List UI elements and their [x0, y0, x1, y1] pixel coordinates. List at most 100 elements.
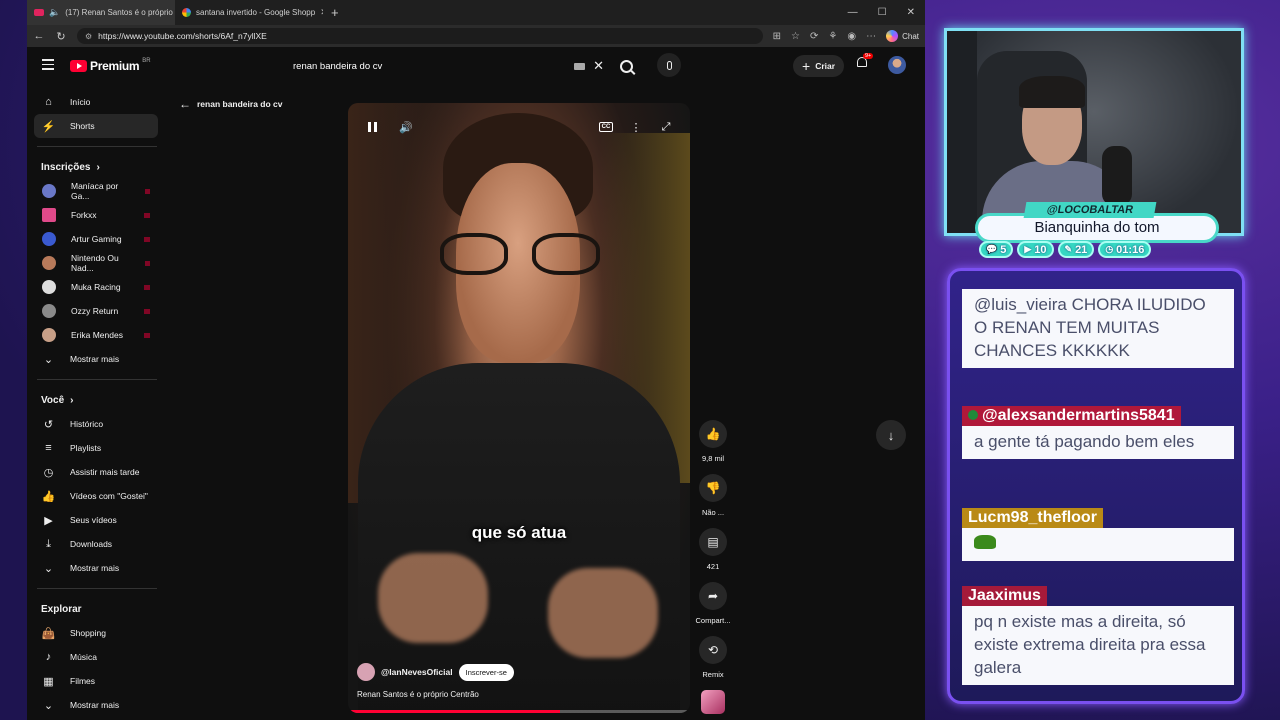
apps-icon[interactable]: ⊞	[773, 31, 781, 42]
reload-icon[interactable]: ↻	[55, 30, 67, 43]
sidebar-item-music[interactable]: ♪ Música	[34, 645, 158, 669]
speaker-icon[interactable]: 🔈	[49, 7, 60, 18]
address-bar: ← ↻ ⚙ https://www.youtube.com/shorts/6Af…	[27, 25, 925, 47]
sidebar: ⌂ Início ⚡ Shorts Inscrições › Maníaca p…	[27, 90, 167, 717]
notifications-button[interactable]: 9+	[855, 53, 874, 71]
remix-button[interactable]: ⟲	[699, 636, 727, 664]
search-box[interactable]: renan bandeira do cv ✕	[285, 53, 641, 79]
sidebar-item-channel[interactable]: Forkxx	[34, 203, 158, 227]
channel-name[interactable]: @IanNevesOficial	[381, 667, 453, 677]
divider	[37, 379, 157, 380]
divider	[37, 146, 157, 147]
channel-avatar	[42, 256, 56, 270]
sidebar-item-watch-later[interactable]: ◷ Assistir mais tarde	[34, 460, 158, 484]
tab-title: santana invertido - Google Shopp	[196, 8, 316, 17]
collections-icon[interactable]: ⚘	[828, 31, 837, 42]
tab-google-shopping[interactable]: santana invertido - Google Shopp ✕	[175, 0, 323, 25]
dislike-button[interactable]: 👎	[699, 474, 727, 502]
close-window-icon[interactable]: ✕	[907, 7, 915, 18]
sidebar-item-channel[interactable]: Ozzy Return	[34, 299, 158, 323]
like-action: 👍 9,8 mil	[699, 420, 727, 463]
plus-icon: +	[802, 58, 811, 74]
profile-avatar-icon[interactable]: ◉	[847, 31, 856, 42]
back-to-search-link[interactable]: ← renan bandeira do cv	[179, 97, 283, 111]
menu-icon[interactable]	[42, 59, 54, 73]
stream-chat-overlay: @luis_vieira CHORA ILUDIDO O RENAN TEM M…	[947, 268, 1245, 704]
keyboard-icon[interactable]	[574, 62, 586, 70]
section-title: Explorar	[41, 603, 82, 615]
more-menu-icon[interactable]: ⋯	[866, 31, 876, 42]
next-video-button[interactable]: ↓	[876, 420, 906, 450]
channel-avatar[interactable]	[357, 663, 375, 681]
video-title[interactable]: Renan Santos é o próprio Centrão	[357, 690, 514, 699]
sidebar-item-show-more[interactable]: ⌄ Mostrar mais	[34, 693, 158, 717]
more-options-icon[interactable]: ⋮	[626, 117, 646, 137]
comments-button[interactable]: ▤	[699, 528, 727, 556]
sidebar-item-channel[interactable]: Artur Gaming	[34, 227, 158, 251]
url-field[interactable]: ⚙ https://www.youtube.com/shorts/6Af_n7y…	[77, 28, 763, 44]
share-action: ➦ Compart...	[695, 582, 731, 625]
sidebar-item-show-more[interactable]: ⌄ Mostrar mais	[34, 347, 158, 371]
youtube-logo[interactable]: Premium BR	[70, 58, 151, 73]
sidebar-item-label: Artur Gaming	[71, 234, 122, 244]
shorts-video-player[interactable]: 🔊 CC ⋮ ⤢ que só atua @IanNevesOficial In…	[348, 103, 690, 713]
pause-icon[interactable]	[362, 117, 382, 137]
back-arrow-icon[interactable]: ←	[33, 30, 45, 42]
volume-icon[interactable]: 🔊	[396, 117, 416, 137]
sidebar-item-liked[interactable]: 👍 Vídeos com "Gostei"	[34, 484, 158, 508]
account-avatar[interactable]	[888, 56, 906, 74]
minimize-icon[interactable]: —	[848, 7, 858, 18]
share-label: Compart...	[695, 616, 731, 625]
youtube-favicon-icon	[34, 9, 44, 16]
remix-action: ⟲ Remix	[699, 636, 727, 679]
shorts-actions: 👍 9,8 mil 👎 Não ... ▤ 421 ➦ Compart... ⟲…	[694, 420, 732, 714]
sidebar-item-label: Maníaca por Ga...	[71, 181, 119, 201]
chat-message: @alexsandermartins5841 a gente tá pagand…	[962, 406, 1234, 459]
favorite-star-icon[interactable]: ☆	[791, 31, 800, 42]
sidebar-item-movies[interactable]: ▦ Filmes	[34, 669, 158, 693]
sidebar-item-shopping[interactable]: 👜 Shopping	[34, 621, 158, 645]
captions-icon[interactable]: CC	[596, 117, 616, 137]
video-progress-bar[interactable]	[348, 710, 690, 713]
voice-search-button[interactable]	[657, 53, 681, 77]
subscriptions-heading[interactable]: Inscrições ›	[27, 155, 167, 179]
sidebar-item-downloads[interactable]: ⤓ Downloads	[34, 532, 158, 556]
maximize-icon[interactable]: ☐	[878, 7, 887, 18]
share-button[interactable]: ➦	[698, 582, 727, 610]
dislike-label: Não ...	[701, 508, 725, 517]
tab-youtube[interactable]: 🔈 (17) Renan Santos é o próprio ✕	[27, 0, 175, 25]
you-heading[interactable]: Você ›	[27, 388, 167, 412]
sidebar-item-history[interactable]: ↺ Histórico	[34, 412, 158, 436]
sidebar-item-channel[interactable]: Muka Racing	[34, 275, 158, 299]
live-indicator	[144, 308, 150, 314]
sidebar-item-channel[interactable]: Nintendo Ou Nad...	[34, 251, 158, 275]
create-button[interactable]: + Criar	[793, 55, 845, 77]
sidebar-item-channel[interactable]: Erika Mendes	[34, 323, 158, 347]
sidebar-item-shorts[interactable]: ⚡ Shorts	[34, 114, 158, 138]
back-label: renan bandeira do cv	[197, 99, 283, 109]
fullscreen-icon[interactable]: ⤢	[656, 117, 676, 137]
extension-icon[interactable]: ⟳	[810, 31, 818, 42]
shorts-icon: ⚡	[41, 120, 56, 133]
comment-icon: ▤	[707, 535, 719, 549]
search-icon[interactable]	[620, 59, 633, 73]
sidebar-item-show-more[interactable]: ⌄ Mostrar mais	[34, 556, 158, 580]
sidebar-item-channel[interactable]: Maníaca por Ga...	[34, 179, 158, 203]
back-arrow-icon: ←	[179, 97, 191, 111]
sound-thumbnail[interactable]	[701, 690, 725, 714]
chat-username: @alexsandermartins5841	[962, 406, 1181, 426]
sidebar-item-inicio[interactable]: ⌂ Início	[34, 90, 158, 114]
notification-badge: 9+	[863, 53, 874, 59]
remix-label: Remix	[702, 670, 724, 679]
clear-search-icon[interactable]: ✕	[593, 58, 604, 74]
search-input[interactable]: renan bandeira do cv	[285, 61, 574, 72]
like-button[interactable]: 👍	[699, 420, 727, 448]
copilot-chat-button[interactable]: Chat	[886, 30, 919, 42]
explore-heading: Explorar	[27, 597, 167, 621]
site-info-icon[interactable]: ⚙	[85, 32, 92, 41]
new-tab-button[interactable]: +	[323, 5, 347, 20]
channel-avatar	[42, 232, 56, 246]
sidebar-item-your-videos[interactable]: ▶ Seus vídeos	[34, 508, 158, 532]
subscribe-button[interactable]: Inscrever-se	[458, 663, 514, 681]
sidebar-item-playlists[interactable]: ≡ Playlists	[34, 436, 158, 460]
